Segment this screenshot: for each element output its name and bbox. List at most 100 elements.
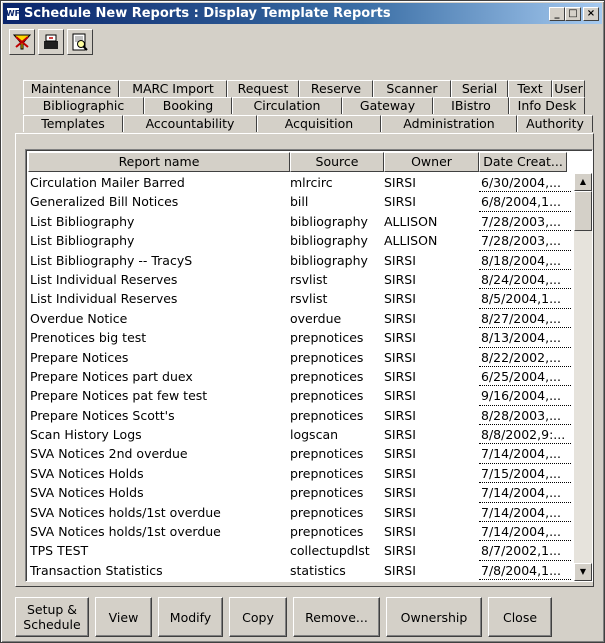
tab-maintenance[interactable]: Maintenance <box>23 80 119 97</box>
table-row[interactable]: List Bibliography -- TracyS bibliography S… <box>28 251 574 270</box>
cell-owner: SIRSI <box>384 291 416 307</box>
table-row[interactable]: Prepare Notices pat few test prepnotices S… <box>28 386 574 406</box>
tab-acquisition[interactable]: Acquisition <box>257 115 381 132</box>
cell-source: mlrcirc <box>290 175 333 190</box>
list-header: Report name Source Owner Date Creat... <box>28 152 567 172</box>
table-row[interactable]: SVA Notices holds/1st overdue prepnotices… <box>28 503 574 523</box>
column-owner[interactable]: Owner <box>384 152 479 172</box>
table-row[interactable]: TPS TEST collectupdlst SIRSI 8/7/2002,1... <box>28 541 574 561</box>
table-row[interactable]: Scan History Logs logscan SIRSI 8/8/2002,9:… <box>28 425 574 445</box>
cell-report-name: List Bibliography -- TracyS <box>30 252 193 268</box>
list-rows: Circulation Mailer Barred mlrcirc SIRSI 6/3… <box>28 173 574 581</box>
tab-user[interactable]: User <box>552 80 585 97</box>
minimize-button[interactable]: _ <box>549 6 565 21</box>
report-search-button[interactable] <box>67 29 93 55</box>
cell-owner: SIRSI <box>384 271 416 287</box>
cell-report-name: Scan History Logs <box>30 427 142 443</box>
cell-owner: SIRSI <box>384 407 416 423</box>
report-list[interactable]: Report name Source Owner Date Creat... C… <box>25 149 593 582</box>
tab-text[interactable]: Text <box>508 80 552 97</box>
table-row[interactable]: Prepare Notices part duex prepnotices SIRS… <box>28 367 574 387</box>
cell-source: statistics <box>290 562 346 578</box>
cell-source: rsvlist <box>290 271 328 287</box>
tab-serial[interactable]: Serial <box>451 80 508 97</box>
tab-request[interactable]: Request <box>227 80 299 97</box>
ownership-button[interactable]: Ownership <box>386 597 482 637</box>
cell-date-created: 8/18/2004,... <box>479 251 571 270</box>
maximize-button[interactable]: □ <box>565 6 581 21</box>
cell-date-created: 7/14/2004,... <box>479 522 571 542</box>
cell-date-created: 8/27/2004,... <box>479 309 571 329</box>
tab-ibistro[interactable]: IBistro <box>433 97 509 114</box>
tray-button[interactable] <box>38 29 64 55</box>
table-row[interactable]: Prepare Notices prepnotices SIRSI 8/22/2002… <box>28 348 574 367</box>
cell-owner: SIRSI <box>384 368 416 384</box>
table-row[interactable]: SVA Notices holds/1st overdue prepnotices… <box>28 522 574 542</box>
column-report-name[interactable]: Report name <box>28 152 290 172</box>
table-row[interactable]: SVA Notices Holds prepnotices SIRSI 7/15/20… <box>28 464 574 484</box>
cell-date-created: 7/14/2004,... <box>479 503 571 523</box>
cell-report-name: SVA Notices holds/1st overdue <box>30 524 221 540</box>
table-row[interactable]: SVA Notices Holds prepnotices SIRSI 7/14/20… <box>28 483 574 503</box>
tab-authority[interactable]: Authority <box>517 115 593 132</box>
tab-marc-import[interactable]: MARC Import <box>119 80 227 97</box>
scroll-thumb[interactable] <box>574 191 592 231</box>
close-window-button[interactable]: × <box>583 6 599 21</box>
tab-gateway[interactable]: Gateway <box>342 97 433 114</box>
cell-date-created: 7/14/2004,... <box>479 444 571 464</box>
cell-source: prepnotices <box>290 368 364 384</box>
cell-date-created: 7/14/2004,... <box>479 483 571 503</box>
table-row[interactable]: List Individual Reserves rsvlist SIRSI 8/5/… <box>28 289 574 309</box>
cell-report-name: Prepare Notices pat few test <box>30 388 208 404</box>
vertical-scrollbar[interactable]: ▲ ▼ <box>574 173 592 581</box>
cell-date-created: 6/8/2004,1... <box>479 192 571 212</box>
modify-button[interactable]: Modify <box>158 597 223 637</box>
table-row[interactable]: List Bibliography bibliography ALLISON 7/28… <box>28 212 574 232</box>
cell-owner: SIRSI <box>384 330 416 346</box>
table-row[interactable]: Prepare Notices Scott's prepnotices SIRSI 8… <box>28 406 574 426</box>
scroll-down-button[interactable]: ▼ <box>574 563 592 581</box>
title-bar[interactable]: WF Schedule New Reports : Display Templa… <box>3 3 602 24</box>
table-row[interactable]: Circulation Mailer Barred mlrcirc SIRSI 6/3… <box>28 173 574 193</box>
cell-owner: SIRSI <box>384 310 416 326</box>
setup-schedule-button[interactable]: Setup & Schedule <box>15 597 89 637</box>
tab-reserve[interactable]: Reserve <box>299 80 373 97</box>
view-button[interactable]: View <box>95 597 152 637</box>
tab-templates[interactable]: Templates <box>23 115 123 132</box>
cell-report-name: SVA Notices Holds <box>30 465 144 481</box>
tab-accountability[interactable]: Accountability <box>123 115 257 132</box>
copy-button[interactable]: Copy <box>229 597 287 637</box>
table-row[interactable]: Overdue Notice overdue SIRSI 8/27/2004,... <box>28 309 574 329</box>
tab-scanner[interactable]: Scanner <box>373 80 451 97</box>
filter-button[interactable] <box>9 29 35 55</box>
column-source[interactable]: Source <box>290 152 384 172</box>
table-row[interactable]: Generalized Bill Notices bill SIRSI 6/8/200… <box>28 192 574 212</box>
report-search-icon <box>72 33 88 51</box>
table-row[interactable]: List Bibliography bibliography ALLISON 7/28… <box>28 231 574 251</box>
table-row[interactable]: List Individual Reserves rsvlist SIRSI 8/24… <box>28 270 574 290</box>
tab-booking[interactable]: Booking <box>144 97 232 114</box>
table-row[interactable]: SVA Notices 2nd overdue prepnotices SIRSI 7… <box>28 444 574 464</box>
remove-button[interactable]: Remove... <box>293 597 380 637</box>
cell-source: prepnotices <box>290 465 364 481</box>
tab-info-desk[interactable]: Info Desk <box>509 97 585 114</box>
cell-owner: SIRSI <box>384 543 416 559</box>
table-row[interactable]: Transaction Statistics statistics SIRSI 7/8… <box>28 561 574 581</box>
column-date-created[interactable]: Date Creat... <box>479 152 567 172</box>
tab-circulation[interactable]: Circulation <box>232 97 342 114</box>
cell-source: prepnotices <box>290 524 364 540</box>
cell-source: prepnotices <box>290 330 364 346</box>
report-window: WF Schedule New Reports : Display Templa… <box>0 0 605 643</box>
tab-administration[interactable]: Administration <box>381 115 517 132</box>
cell-owner: SIRSI <box>384 562 416 578</box>
cell-date-created: 8/5/2004,1... <box>479 289 571 309</box>
action-buttons: Setup & Schedule View Modify Copy Remove… <box>15 597 552 637</box>
cell-owner: SIRSI <box>384 194 416 210</box>
close-button[interactable]: Close <box>488 597 552 637</box>
cell-source: prepnotices <box>290 407 364 423</box>
scroll-up-button[interactable]: ▲ <box>574 173 592 191</box>
cell-date-created: 7/8/2004,1... <box>479 561 571 581</box>
tab-bibliographic[interactable]: Bibliographic <box>23 97 144 114</box>
table-row[interactable]: Prenotices big test prepnotices SIRSI 8/13/… <box>28 328 574 348</box>
cell-owner: SIRSI <box>384 252 416 268</box>
